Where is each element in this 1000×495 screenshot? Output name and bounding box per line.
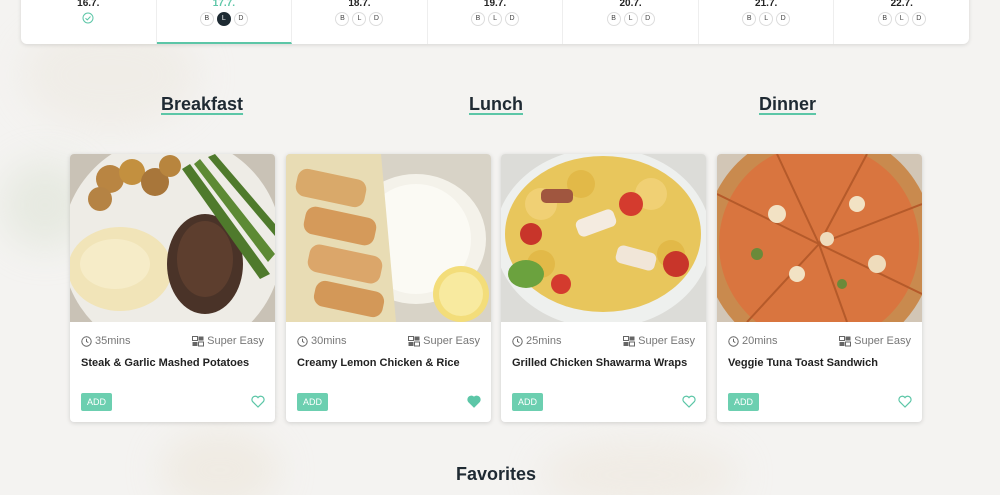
prep-time: 20mins [728,335,777,347]
difficulty-label: Super Easy [207,335,264,347]
day-date: 20.7. [619,0,642,9]
day-tab-21-7[interactable]: 21.7. B L D [699,0,835,44]
recipe-title[interactable]: Creamy Lemon Chicken & Rice [286,357,491,369]
recipe-image[interactable] [717,154,922,322]
meal-lunch-toggle[interactable]: L [216,12,231,26]
meal-breakfast-toggle[interactable]: B [335,12,350,26]
day-date: 19.7. [483,0,507,9]
difficulty: Super Easy [408,335,480,347]
recipe-card[interactable]: 20mins Super Easy Veggie Tuna Toast Sand… [717,154,922,422]
difficulty-label: Super Easy [423,335,480,347]
difficulty-icon [192,335,205,346]
meal-dinner-toggle[interactable]: D [640,12,655,26]
dinner-heading: Dinner [759,94,817,114]
meal-dinner-toggle[interactable]: D [233,12,248,26]
recipe-title[interactable]: Veggie Tuna Toast Sandwich [717,357,922,369]
prep-time: 35mins [81,335,130,347]
meal-lunch-toggle[interactable]: L [623,12,638,26]
recipe-card[interactable]: 35mins Super Easy Steak & Garlic Mashed … [70,154,275,422]
day-date: 21.7. [755,0,778,9]
heart-icon[interactable] [251,395,265,408]
clock-icon [728,335,739,347]
add-button[interactable]: ADD [728,393,760,411]
prep-time-label: 30mins [311,335,347,347]
day-selector: 16.7. 17.7. B L D 18.7. B L D 19.7. B L … [21,0,969,44]
day-date: 16.7. [77,0,100,9]
prep-time-label: 25mins [526,335,562,347]
recipe-title[interactable]: Steak & Garlic Mashed Potatoes [70,357,275,369]
heart-filled-icon[interactable] [467,395,481,408]
recipe-card[interactable]: 25mins Super Easy Grilled Chicken Shawar… [501,154,706,422]
meal-breakfast-toggle[interactable]: B [877,12,892,26]
recipe-image[interactable] [501,154,706,322]
clock-icon [297,335,308,347]
prep-time: 25mins [512,335,561,347]
meal-breakfast-toggle[interactable]: B [471,12,486,26]
day-tab-19-7[interactable]: 19.7. B L D [428,0,564,44]
clock-icon [81,335,92,347]
recipe-image[interactable] [286,154,491,322]
recipe-card[interactable]: 30mins Super Easy Creamy Lemon Chicken &… [286,154,491,422]
add-button[interactable]: ADD [512,393,544,411]
meal-lunch-toggle[interactable]: L [759,12,774,26]
favorites-heading: Favorites [456,464,537,484]
recipe-image[interactable] [70,154,275,322]
heart-icon[interactable] [898,395,912,408]
difficulty-label: Super Easy [854,335,911,347]
prep-time-label: 20mins [742,335,778,347]
meal-lunch-toggle[interactable]: L [894,12,909,26]
difficulty-label: Super Easy [638,335,695,347]
difficulty: Super Easy [623,335,695,347]
clock-icon [512,335,523,347]
lunch-heading: Lunch [469,94,523,114]
difficulty-icon [623,335,636,346]
day-date: 17.7. [212,0,235,9]
recipe-title[interactable]: Grilled Chicken Shawarma Wraps [501,357,706,369]
difficulty-icon [839,335,852,346]
check-circle-icon [82,12,94,24]
meal-dinner-toggle[interactable]: D [776,12,791,26]
prep-time: 30mins [297,335,346,347]
day-tab-17-7[interactable]: 17.7. B L D [156,0,293,44]
difficulty: Super Easy [839,335,911,347]
day-date: 18.7. [348,0,371,9]
difficulty: Super Easy [192,335,264,347]
day-tab-22-7[interactable]: 22.7. B L D [834,0,969,44]
day-tab-16-7[interactable]: 16.7. [21,0,157,44]
breakfast-heading: Breakfast [161,94,244,114]
meal-lunch-toggle[interactable]: L [488,12,503,26]
background-food-blur [160,430,280,495]
meal-breakfast-toggle[interactable]: B [199,12,214,26]
prep-time-label: 35mins [95,335,131,347]
meal-dinner-toggle[interactable]: D [505,12,520,26]
meal-breakfast-toggle[interactable]: B [606,12,621,26]
meal-breakfast-toggle[interactable]: B [742,12,757,26]
meal-lunch-toggle[interactable]: L [352,12,367,26]
difficulty-icon [408,335,421,346]
heart-icon[interactable] [682,395,696,408]
background-food-blur [540,440,740,495]
meal-dinner-toggle[interactable]: D [911,12,926,26]
add-button[interactable]: ADD [81,393,113,411]
add-button[interactable]: ADD [297,393,329,411]
meal-dinner-toggle[interactable]: D [369,12,384,26]
day-date: 22.7. [890,0,913,9]
day-tab-20-7[interactable]: 20.7. B L D [563,0,699,44]
day-tab-18-7[interactable]: 18.7. B L D [292,0,428,44]
